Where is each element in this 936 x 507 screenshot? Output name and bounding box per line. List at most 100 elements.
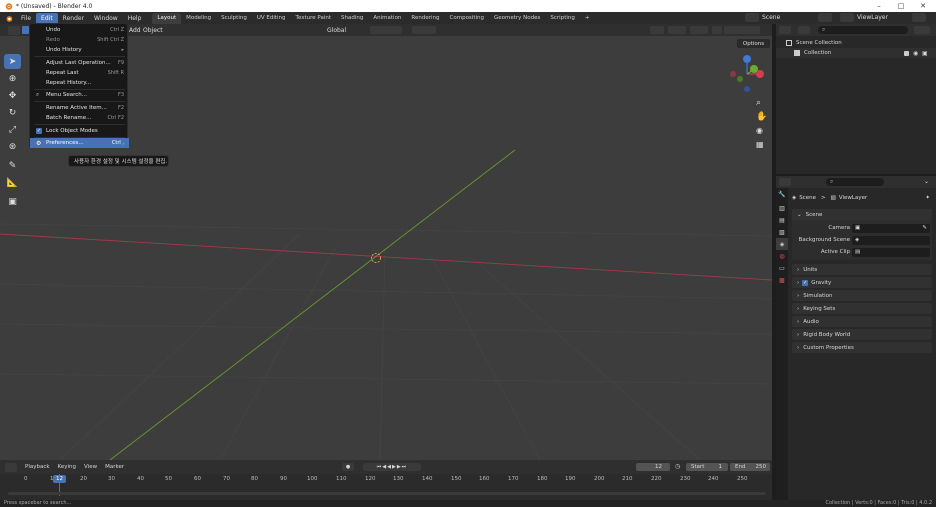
world-tab-icon[interactable]: ◍: [776, 250, 788, 262]
panel-custom-properties[interactable]: › Custom Properties: [792, 342, 932, 353]
close-button[interactable]: ✕: [912, 0, 934, 12]
view-layer-icon[interactable]: [840, 13, 854, 22]
visibility-icon[interactable]: [650, 26, 664, 34]
scene-tab-icon[interactable]: ◈: [776, 238, 788, 250]
menu-item-menu-search[interactable]: ⌕ Menu Search... F3: [30, 90, 129, 100]
measure-tool-icon[interactable]: 📐: [4, 175, 21, 190]
menu-file[interactable]: File: [16, 13, 36, 24]
eye-icon[interactable]: ◉: [913, 50, 918, 57]
shading-mode-icons[interactable]: [724, 26, 760, 34]
timeline-editor-icon[interactable]: [5, 462, 17, 472]
tab-compositing[interactable]: Compositing: [445, 13, 489, 24]
blender-menu-icon[interactable]: [4, 14, 13, 23]
timeline-scrollbar[interactable]: [8, 492, 766, 495]
properties-editor[interactable]: ⌕ ⌄ 🔧 ▥ ▤ ▧ ◈ ◍ ▭ ▩ ◈ Scene > ▧ ViewLaye…: [776, 176, 936, 500]
timeline[interactable]: Playback Keying View Marker ● ⏮◀◀▶▶⏭ 12 …: [0, 460, 772, 500]
add-cube-tool-icon[interactable]: ▣: [4, 194, 21, 209]
select-box-icon[interactable]: [22, 26, 29, 34]
end-frame-field[interactable]: End 250: [730, 463, 770, 471]
checkbox-checked-icon[interactable]: ✓: [36, 128, 42, 134]
annotate-tool-icon[interactable]: ✎: [4, 158, 21, 173]
pan-hand-icon[interactable]: ✋: [756, 112, 767, 122]
menu-edit[interactable]: Edit: [36, 12, 58, 24]
outliner-search-input[interactable]: ⌕: [818, 26, 908, 34]
new-scene-icon[interactable]: [818, 13, 832, 22]
start-frame-field[interactable]: Start 1: [686, 463, 728, 471]
properties-search-input[interactable]: ⌕: [826, 178, 884, 186]
background-scene-field[interactable]: ◈: [852, 236, 930, 245]
scene-selector-icon[interactable]: [745, 13, 759, 22]
editor-type-icon[interactable]: [8, 25, 20, 35]
menu-item-preferences[interactable]: ⚙ Preferences... Ctrl ,: [30, 138, 129, 148]
overlay-toggle-icon[interactable]: [690, 26, 708, 34]
tab-modeling[interactable]: Modeling: [181, 13, 216, 24]
panel-scene[interactable]: ⌄ Scene: [792, 209, 932, 220]
menu-item-rename-active[interactable]: Rename Active Item... F2: [30, 103, 129, 113]
render-tab-icon[interactable]: ▥: [776, 202, 788, 214]
record-icon[interactable]: ●: [342, 463, 354, 471]
menu-playback[interactable]: Playback: [25, 464, 50, 470]
menu-item-redo[interactable]: Redo Shift Ctrl Z: [30, 35, 129, 45]
menu-render[interactable]: Render: [58, 13, 89, 24]
tab-rendering[interactable]: Rendering: [406, 13, 444, 24]
transform-tool-icon[interactable]: ⊛: [4, 139, 21, 154]
view-layer-name[interactable]: ViewLayer: [857, 12, 888, 23]
chevron-down-icon[interactable]: ⌄: [924, 178, 929, 185]
panel-units[interactable]: › Units: [792, 264, 932, 275]
perspective-toggle-icon[interactable]: ▦: [756, 140, 764, 149]
scale-tool-icon[interactable]: ⤢: [4, 122, 21, 137]
move-tool-icon[interactable]: ✥: [4, 88, 21, 103]
texture-tab-icon[interactable]: ▩: [776, 274, 788, 286]
rotate-tool-icon[interactable]: ↻: [4, 105, 21, 120]
new-view-layer-icon[interactable]: [912, 13, 926, 22]
outliner[interactable]: ⌕ Scene Collection Collection ◉ ▣: [776, 24, 936, 174]
xray-icon[interactable]: [712, 26, 722, 34]
output-tab-icon[interactable]: ▤: [776, 214, 788, 226]
options-button[interactable]: Options: [737, 39, 770, 48]
menu-keying[interactable]: Keying: [58, 464, 76, 470]
menu-marker[interactable]: Marker: [105, 464, 124, 470]
navigation-gizmo[interactable]: [727, 52, 771, 96]
camera-field[interactable]: ▣ ✎: [852, 224, 930, 233]
zoom-icon[interactable]: ⌕: [756, 98, 761, 108]
display-mode-icon[interactable]: [798, 26, 810, 34]
menu-view[interactable]: View: [84, 464, 97, 470]
tab-animation[interactable]: Animation: [368, 13, 406, 24]
maximize-button[interactable]: □: [890, 0, 912, 12]
snap-icons[interactable]: [370, 26, 402, 34]
menu-add[interactable]: Add: [129, 27, 141, 34]
menu-item-repeat-last[interactable]: Repeat Last Shift R: [30, 68, 129, 78]
panel-simulation[interactable]: › Simulation: [792, 290, 932, 301]
tab-scripting[interactable]: Scripting: [545, 13, 579, 24]
exclude-checkbox-icon[interactable]: [904, 50, 909, 56]
properties-editor-icon[interactable]: [779, 178, 791, 186]
scene-name[interactable]: Scene: [762, 12, 780, 23]
cursor-tool-icon[interactable]: ⊕: [4, 71, 21, 86]
select-tool-icon[interactable]: ➤: [4, 54, 21, 69]
menu-window[interactable]: Window: [89, 13, 123, 24]
add-workspace-button[interactable]: +: [580, 13, 595, 24]
tab-layout[interactable]: Layout: [152, 12, 182, 24]
menu-item-lock-object-modes[interactable]: ✓ Lock Object Modes: [30, 126, 129, 136]
menu-item-undo-history[interactable]: Undo History ▸: [30, 45, 129, 55]
pin-icon[interactable]: ✦: [925, 195, 930, 201]
playback-controls-icon[interactable]: ⏮◀◀▶▶⏭: [363, 463, 421, 471]
menu-help[interactable]: Help: [123, 13, 147, 24]
tab-uv-editing[interactable]: UV Editing: [252, 13, 291, 24]
menu-item-adjust-last[interactable]: Adjust Last Operation... F9: [30, 58, 129, 68]
transform-orientation[interactable]: Global: [327, 27, 346, 34]
current-frame-field[interactable]: 12: [636, 463, 670, 471]
minimize-button[interactable]: –: [868, 0, 890, 12]
menu-item-undo[interactable]: Undo Ctrl Z: [30, 25, 129, 35]
tree-row-scene-collection[interactable]: Scene Collection: [776, 38, 936, 48]
playhead-handle[interactable]: 12: [53, 475, 66, 483]
tab-sculpting[interactable]: Sculpting: [216, 13, 252, 24]
active-clip-field[interactable]: ▤: [852, 248, 930, 257]
eyedropper-icon[interactable]: ✎: [922, 224, 927, 233]
tab-texture-paint[interactable]: Texture Paint: [291, 13, 337, 24]
tab-shading[interactable]: Shading: [336, 13, 368, 24]
proportional-edit-icon[interactable]: [412, 26, 436, 34]
menu-object[interactable]: Object: [143, 27, 163, 34]
tool-tab-icon[interactable]: 🔧: [776, 188, 788, 200]
gravity-checkbox[interactable]: ✓: [802, 279, 809, 286]
